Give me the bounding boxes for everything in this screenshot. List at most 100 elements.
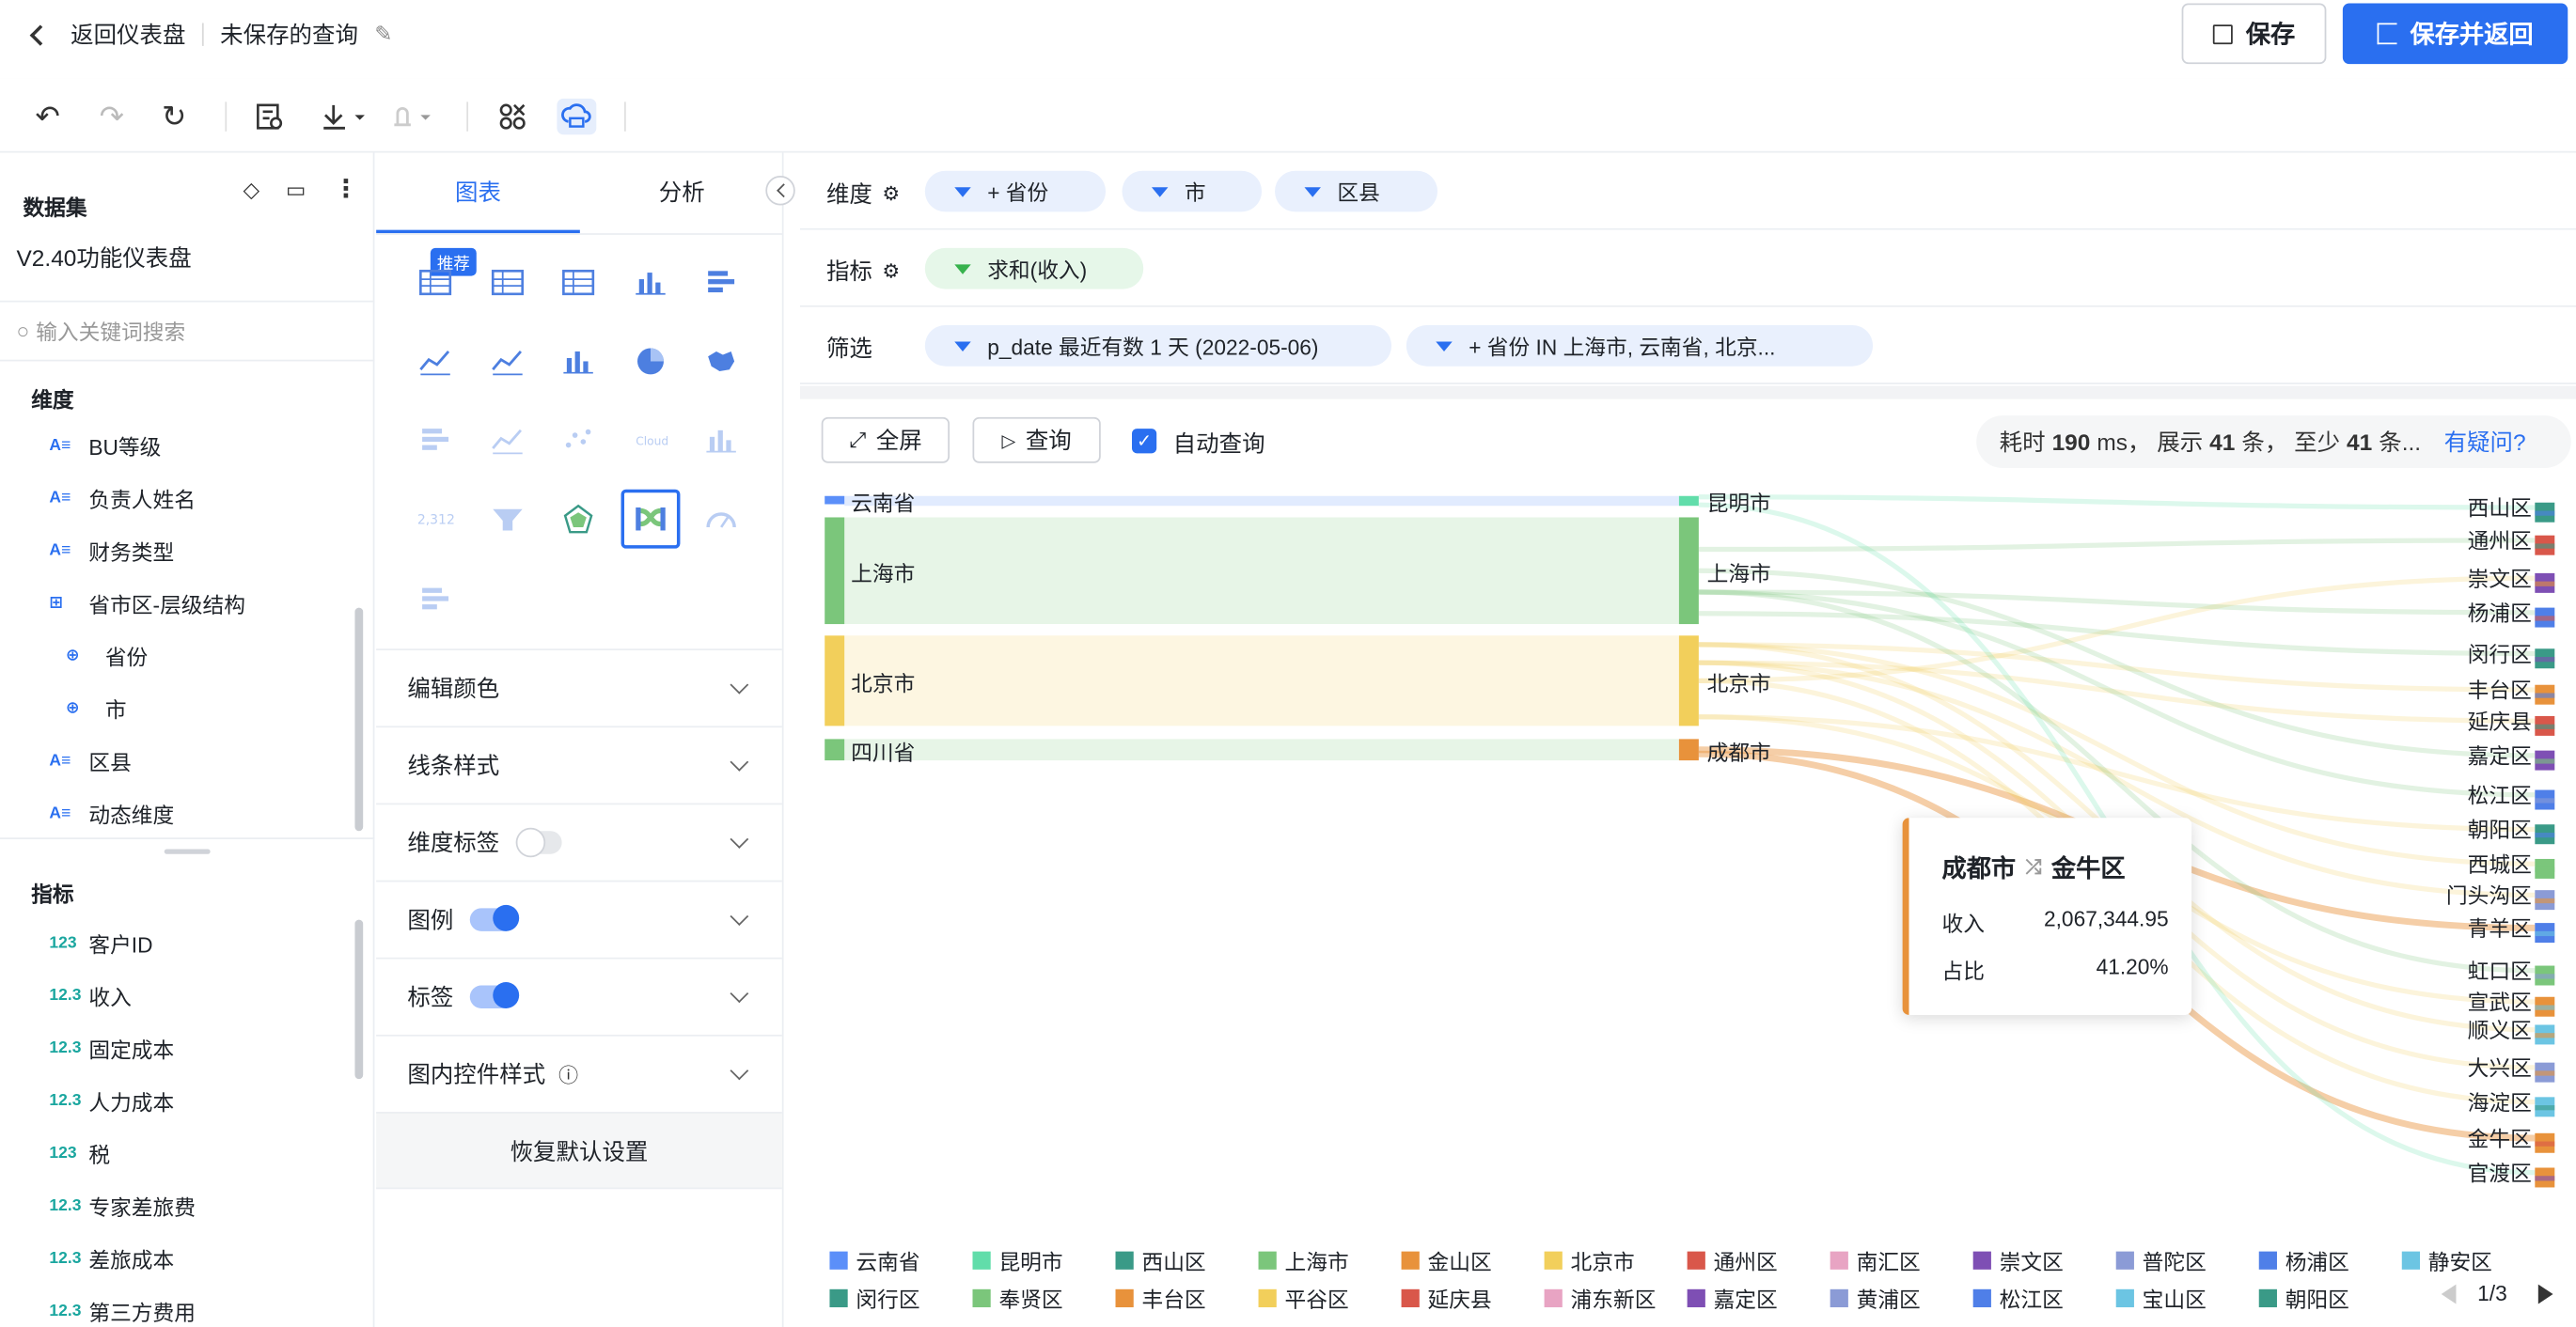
sankey-node[interactable] [825,517,845,625]
dimension-field[interactable]: ⊕ 市 [66,693,127,724]
section-toggle[interactable] [515,827,562,858]
legend-item[interactable]: 丰台区 [1115,1283,1206,1314]
dimension-field[interactable]: ⊞ 省市区-层级结构 [49,588,245,619]
tab-analysis[interactable]: 分析 [580,167,784,233]
dimension-pill-city[interactable]: 市 [1122,170,1263,212]
chart-type-map-icon[interactable] [697,340,746,382]
style-section-5[interactable]: 图内控件样式 ⓘ [376,1034,782,1112]
measure-field[interactable]: 12.3 第三方费用 [49,1296,196,1327]
section-toggle[interactable] [469,982,520,1008]
gear-icon[interactable]: ⚙ [882,259,900,282]
save-return-button[interactable]: 保存并返回 [2342,3,2568,65]
measure-field[interactable]: 12.3 专家差旅费 [49,1191,196,1222]
legend-item[interactable]: 朝阳区 [2258,1283,2349,1314]
sankey-link[interactable] [844,739,1679,761]
chart-type-bar-icon[interactable] [626,261,675,304]
chart-type-table2-icon[interactable] [483,261,532,304]
sankey-link[interactable] [844,517,1679,625]
components-icon[interactable] [493,99,532,134]
style-section-4[interactable]: 标签 [376,957,782,1035]
chart-type-table-icon[interactable] [411,261,460,304]
legend-item[interactable]: 崇文区 [1972,1245,2064,1276]
legend-prev-icon[interactable] [2441,1284,2457,1304]
dimension-field[interactable]: A≡ BU等级 [49,430,161,461]
legend-item[interactable]: 静安区 [2401,1245,2492,1276]
field-search[interactable]: ○ 输入关键词搜索 [16,309,361,351]
legend-item[interactable]: 杨浦区 [2258,1245,2349,1276]
sankey-node[interactable] [2535,974,2555,979]
section-toggle[interactable] [469,904,520,931]
dimension-scrollbar[interactable] [354,607,364,832]
edit-dataset-icon[interactable]: ▭ [286,178,306,204]
back-link[interactable]: 返回仪表盘 未保存的查询 ✎ [29,18,393,51]
chart-type-cloud-icon[interactable]: Cloud [626,419,675,461]
sankey-node[interactable] [2535,1105,2555,1111]
sql-view-icon[interactable] [250,99,290,134]
chevron-down-icon[interactable] [730,984,749,1004]
chart-type-line2-icon[interactable] [483,419,532,461]
measure-field[interactable]: 12.3 收入 [49,980,131,1011]
query-button[interactable]: ▷ 查询 [972,416,1101,463]
chart-type-funnel-icon[interactable] [483,498,532,540]
undo-icon[interactable]: ↶ [28,99,68,134]
chart-type-gauge-icon[interactable] [697,498,746,540]
sankey-node[interactable] [2535,1176,2555,1181]
sankey-node[interactable] [2535,898,2555,904]
chevron-down-icon[interactable] [730,830,749,849]
chart-type-kpi-icon[interactable]: 2,312 [411,498,460,540]
switch-dataset-icon[interactable]: ◇ [243,178,259,204]
measure-field[interactable]: 12.3 人力成本 [49,1085,174,1116]
help-link[interactable]: 有疑问? [2444,426,2526,459]
legend-item[interactable]: 金山区 [1401,1245,1492,1276]
search-input[interactable]: 输入关键词搜索 [36,315,185,346]
legend-item[interactable]: 嘉定区 [1687,1283,1778,1314]
sankey-node[interactable] [1678,495,1699,507]
chart-type-scatter-icon[interactable] [554,419,603,461]
sankey-link[interactable] [1698,494,2536,510]
auto-query-checkbox[interactable]: ✓ [1131,429,1157,454]
sankey-node[interactable] [2535,832,2555,838]
measure-field[interactable]: 123 税 [49,1138,110,1169]
measure-pill-revenue[interactable]: 求和(收入) [924,247,1144,289]
sankey-node[interactable] [2535,1033,2555,1038]
style-section-0[interactable]: 编辑颜色 [376,648,782,726]
download-icon[interactable] [316,99,371,134]
sankey-node[interactable] [1678,517,1699,625]
dimension-pill-province[interactable]: + 省份 [924,170,1107,212]
legend-item[interactable]: 宝山区 [2115,1283,2207,1314]
sankey-node[interactable] [2535,724,2555,729]
chart-type-combo-icon[interactable] [554,340,603,382]
sankey-node[interactable] [825,739,845,761]
sankey-link[interactable] [844,495,1679,507]
chart-type-step-icon[interactable] [411,578,460,620]
measure-scrollbar[interactable] [354,919,364,1080]
sankey-link[interactable] [1698,589,2536,616]
legend-item[interactable]: 北京市 [1544,1245,1635,1276]
measure-field[interactable]: 123 客户ID [49,928,152,959]
sankey-node[interactable] [2535,693,2555,698]
sankey-link[interactable] [1698,538,2536,553]
legend-item[interactable]: 浦东新区 [1544,1283,1656,1314]
fullscreen-button[interactable]: ⤢ 全屏 [821,416,950,463]
sankey-node[interactable] [2535,510,2555,516]
chart-type-line-icon[interactable] [411,340,460,382]
legend-item[interactable]: 西山区 [1115,1245,1206,1276]
chart-type-sankey-icon[interactable] [620,489,681,549]
legend-item[interactable]: 云南省 [829,1245,920,1276]
sankey-node[interactable] [2535,616,2555,621]
chart-type-stack-icon[interactable] [411,419,460,461]
sankey-link[interactable] [1698,714,2536,833]
style-section-1[interactable]: 线条样式 [376,726,782,803]
alert-icon[interactable] [385,99,440,134]
legend-item[interactable]: 松江区 [1972,1283,2064,1314]
chevron-down-icon[interactable] [730,907,749,927]
chevron-down-icon[interactable] [730,752,749,772]
sankey-node[interactable] [1678,739,1699,761]
chevron-down-icon[interactable] [730,1061,749,1081]
save-button[interactable]: 保存 [2181,3,2327,65]
dimension-field[interactable]: A≡ 动态维度 [49,798,174,829]
chart-type-bar2-icon[interactable] [697,419,746,461]
legend-item[interactable]: 上海市 [1258,1245,1349,1276]
collapse-panel-button[interactable] [765,175,795,206]
sankey-node[interactable] [2535,657,2555,663]
